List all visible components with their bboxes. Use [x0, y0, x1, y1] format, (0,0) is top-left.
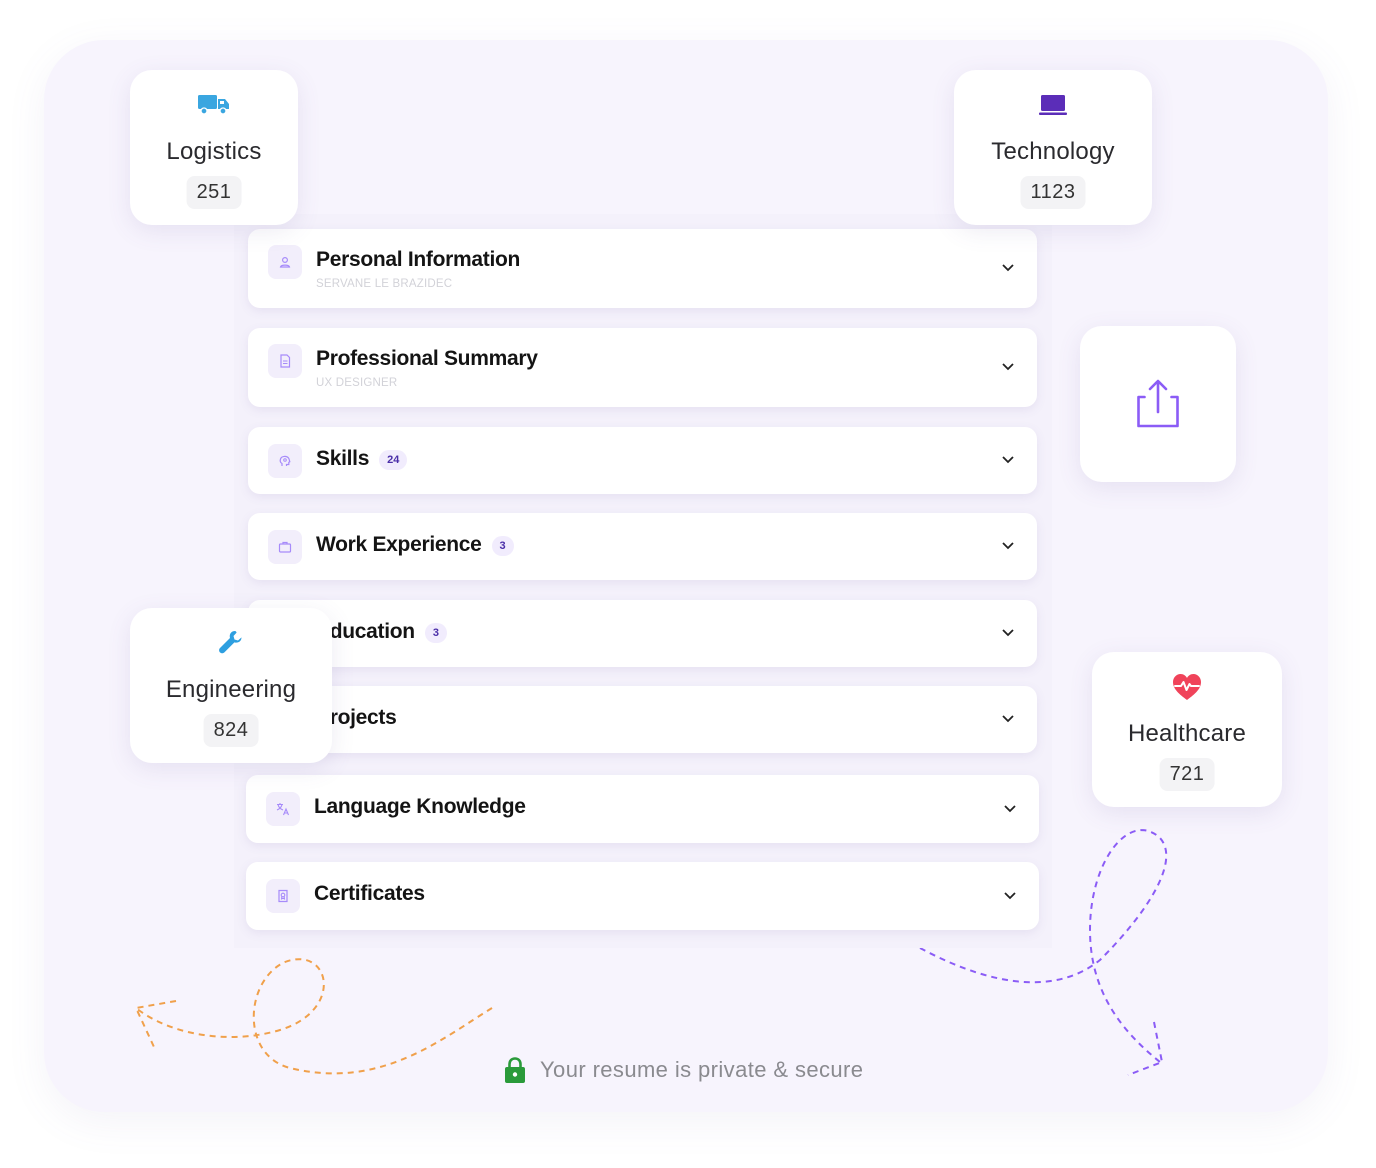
- section-certificates[interactable]: Certificates: [246, 862, 1039, 930]
- section-work-experience[interactable]: Work Experience 3: [248, 513, 1037, 580]
- section-language-knowledge[interactable]: Language Knowledge: [246, 775, 1039, 843]
- category-card-healthcare[interactable]: Healthcare 721: [1092, 652, 1282, 807]
- privacy-text: Your resume is private & secure: [540, 1057, 864, 1082]
- section-title: Work Experience 3: [316, 533, 514, 557]
- card-count: 824: [203, 714, 259, 747]
- section-title-text: Skills: [316, 447, 370, 470]
- count-badge: 3: [491, 536, 514, 556]
- share-button[interactable]: [1080, 326, 1236, 482]
- card-label: Logistics: [166, 138, 262, 165]
- section-title: Professional Summary: [316, 347, 538, 370]
- section-education[interactable]: Education 3: [248, 600, 1037, 667]
- chevron-down-icon[interactable]: [1001, 628, 1015, 638]
- section-subtitle: SERVANE LE BRAZIDEC: [316, 278, 453, 290]
- section-title: Certificates: [314, 882, 425, 905]
- brain-icon: [268, 444, 302, 478]
- wrench-icon: [130, 628, 332, 658]
- translate-icon: [266, 792, 300, 826]
- section-title: Skills 24: [316, 447, 408, 471]
- section-title: Education 3: [316, 620, 447, 644]
- briefcase-icon: [268, 530, 302, 564]
- card-count: 721: [1159, 758, 1215, 791]
- section-title: Language Knowledge: [314, 795, 526, 818]
- chevron-down-icon[interactable]: [1001, 714, 1015, 724]
- chevron-down-icon[interactable]: [1003, 891, 1017, 901]
- card-count: 251: [186, 176, 242, 209]
- category-card-engineering[interactable]: Engineering 824: [130, 608, 332, 763]
- section-projects[interactable]: Projects: [248, 686, 1037, 753]
- chevron-down-icon[interactable]: [1001, 263, 1015, 273]
- card-label: Technology: [991, 138, 1115, 165]
- chevron-down-icon[interactable]: [1001, 362, 1015, 372]
- card-count: 1123: [1020, 176, 1086, 209]
- section-skills[interactable]: Skills 24: [248, 427, 1037, 494]
- section-title: Personal Information: [316, 248, 521, 271]
- user-icon: [268, 245, 302, 279]
- chevron-down-icon[interactable]: [1001, 455, 1015, 465]
- card-label: Healthcare: [1127, 720, 1247, 747]
- heart-pulse-icon: [1092, 672, 1282, 702]
- truck-icon: [130, 92, 298, 116]
- count-badge: 3: [424, 623, 447, 643]
- section-subtitle: UX DESIGNER: [316, 377, 398, 389]
- lock-icon: [505, 1057, 525, 1083]
- section-title-text: Work Experience: [316, 533, 482, 556]
- card-label: Engineering: [165, 676, 297, 703]
- category-card-technology[interactable]: Technology 1123: [954, 70, 1152, 225]
- section-personal-information[interactable]: Personal Information SERVANE LE BRAZIDEC: [248, 229, 1037, 308]
- chevron-down-icon[interactable]: [1001, 541, 1015, 551]
- category-card-logistics[interactable]: Logistics 251: [130, 70, 298, 225]
- chevron-down-icon[interactable]: [1003, 804, 1017, 814]
- share-icon: [1137, 379, 1179, 428]
- document-icon: [268, 344, 302, 378]
- count-badge: 24: [379, 450, 408, 470]
- laptop-icon: [954, 93, 1152, 117]
- privacy-note: Your resume is private & secure: [504, 1054, 863, 1086]
- certificate-icon: [266, 879, 300, 913]
- section-professional-summary[interactable]: Professional Summary UX DESIGNER: [248, 328, 1037, 407]
